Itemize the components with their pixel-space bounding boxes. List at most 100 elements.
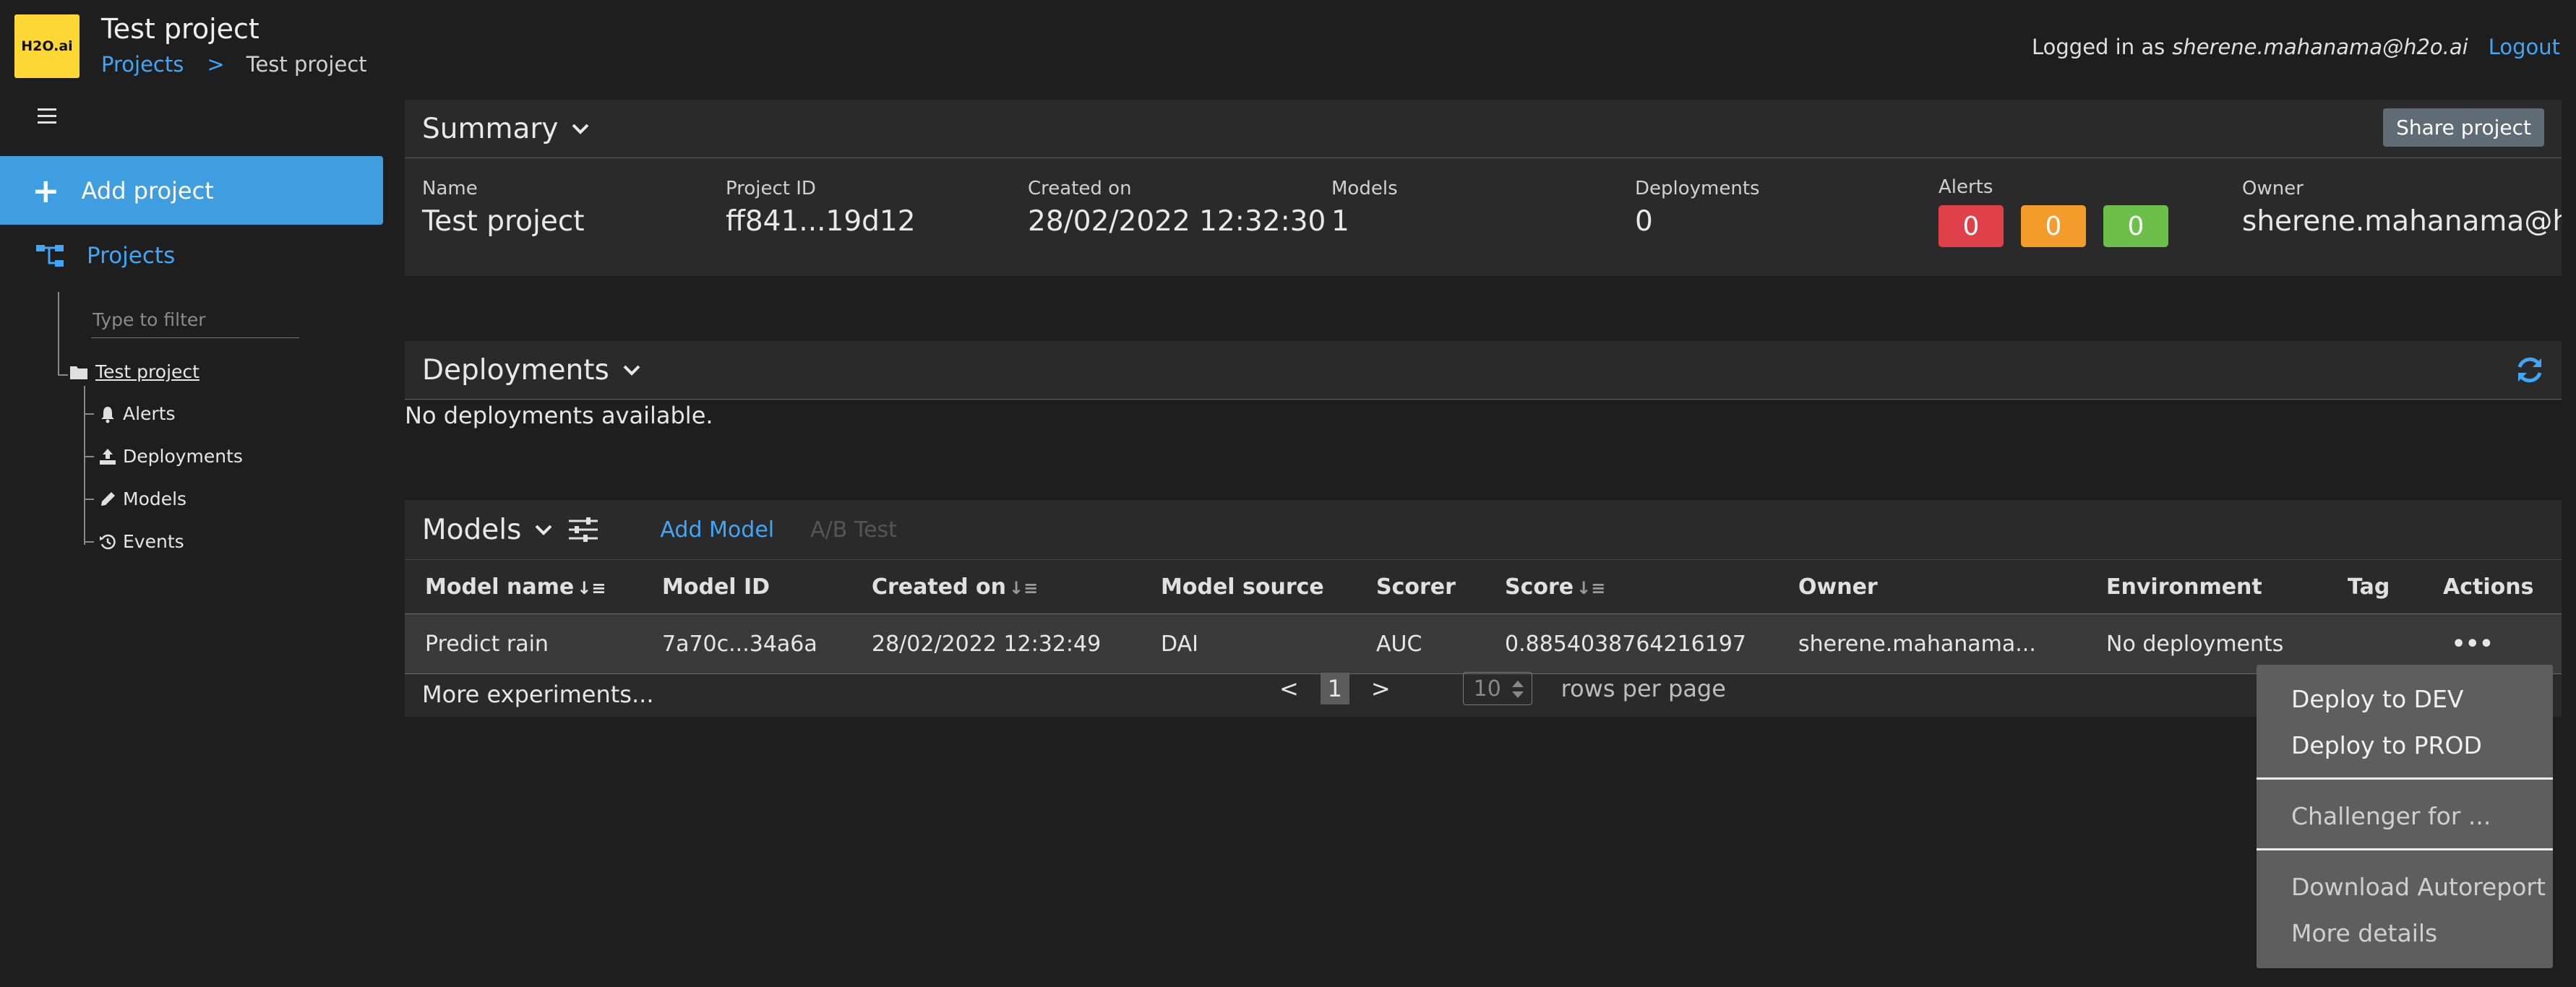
col-environment: Environment (2086, 559, 2327, 614)
share-project-button[interactable]: Share project (2383, 108, 2544, 147)
summary-toggle[interactable]: Summary (422, 113, 590, 145)
column-label: Score (1505, 574, 1574, 600)
alert-badge-green[interactable]: 0 (2103, 205, 2168, 247)
project-filter-input[interactable] (91, 306, 299, 338)
more-experiments-link[interactable]: More experiments... (422, 681, 653, 708)
tree-connector (58, 292, 59, 376)
sliders-icon[interactable] (567, 517, 599, 543)
col-actions: Actions (2423, 559, 2562, 614)
sidebar-item-projects[interactable]: Projects (35, 243, 175, 269)
page-number-button[interactable]: 1 (1320, 673, 1349, 704)
prev-page-button[interactable]: < (1279, 675, 1299, 702)
plus-icon: + (32, 171, 60, 210)
logout-link[interactable]: Logout (2489, 35, 2560, 59)
summary-models: Models 1 (1331, 178, 1398, 238)
menu-item-deploy-prod[interactable]: Deploy to PROD (2291, 731, 2482, 759)
cell-scorer: AUC (1356, 613, 1485, 674)
tree-item-events[interactable]: Events (84, 531, 184, 552)
models-toggle[interactable]: Models (422, 514, 599, 546)
history-icon (98, 533, 117, 551)
tree-item-models[interactable]: Models (84, 488, 186, 509)
field-label: Models (1331, 178, 1398, 199)
user-email: sherene.mahanama@h2o.ai (2172, 35, 2468, 59)
table-header-row: Model name ↓≡ Model ID Created on ↓≡ Model… (405, 559, 2562, 614)
h2o-logo[interactable]: H2O.ai (14, 14, 80, 78)
sort-icon[interactable]: ↓≡ (577, 578, 606, 598)
deployments-header: Deployments (405, 341, 2562, 400)
column-label: Environment (2106, 574, 2262, 600)
models-table: Model name ↓≡ Model ID Created on ↓≡ Model… (405, 559, 2562, 674)
folder-icon (69, 364, 88, 380)
summary-created-on: Created on 28/02/2022 12:32:30 (1028, 178, 1326, 238)
deployments-toggle[interactable]: Deployments (422, 354, 641, 387)
summary-title: Summary (422, 112, 559, 145)
sort-icon[interactable]: ↓≡ (1576, 578, 1605, 598)
deployments-title: Deployments (422, 353, 609, 387)
sidebar-item-label: Projects (87, 243, 176, 269)
rows-per-page-value: 10 (1473, 676, 1501, 702)
column-label: Model source (1161, 574, 1324, 600)
user-area: Logged in as sherene.mahanama@h2o.ai Log… (2032, 35, 2560, 59)
field-label: Deployments (1635, 178, 1760, 199)
menu-item-download-autoreport[interactable]: Download Autoreport (2291, 873, 2546, 901)
tree-item-label: Alerts (123, 403, 176, 424)
col-model-name[interactable]: Model name ↓≡ (405, 559, 642, 614)
models-title: Models (422, 513, 522, 546)
add-model-link[interactable]: Add Model (660, 517, 774, 543)
menu-item-deploy-dev[interactable]: Deploy to DEV (2291, 685, 2464, 713)
cell-score: 0.8854038764216197 (1485, 613, 1778, 674)
actions-dropdown-menu: Deploy to DEV Deploy to PROD Challenger … (2257, 665, 2553, 968)
col-score[interactable]: Score ↓≡ (1485, 559, 1778, 614)
summary-owner: Owner sherene.mahanama@h2o.ai (2242, 178, 2562, 238)
col-created-on[interactable]: Created on ↓≡ (851, 559, 1141, 614)
tree-connector (58, 374, 68, 376)
breadcrumb: Projects > Test project (101, 52, 367, 77)
field-value: Test project (422, 205, 585, 238)
field-label: Name (422, 178, 478, 199)
field-value: 0 (1635, 205, 1653, 238)
tree-item-label: Events (123, 531, 184, 552)
field-label: Project ID (726, 178, 816, 199)
summary-panel: Summary Share project Name Test project … (405, 100, 2562, 276)
models-header: Models Add Model A/B Test (405, 500, 2562, 559)
breadcrumb-projects-link[interactable]: Projects (101, 52, 184, 77)
tree-item-alerts[interactable]: Alerts (84, 403, 176, 424)
tree-item-label: Test project (95, 361, 199, 382)
column-label: Scorer (1376, 574, 1456, 600)
column-label: Model ID (662, 574, 770, 600)
rows-per-page-stepper[interactable]: 10 (1462, 672, 1532, 705)
menu-item-more-details[interactable]: More details (2291, 919, 2437, 947)
no-deployments-text: No deployments available. (405, 402, 713, 429)
hamburger-menu-icon[interactable] (36, 105, 58, 127)
summary-name: Name Test project (422, 178, 585, 238)
table-row[interactable]: Predict rain 7a70c...34a6a 28/02/2022 12… (405, 613, 2562, 674)
cell-owner: sherene.mahanama... (1778, 613, 2086, 674)
ab-test-link[interactable]: A/B Test (810, 517, 897, 543)
refresh-icon[interactable] (2514, 354, 2546, 386)
summary-alerts: Alerts 0 0 0 (1939, 176, 2168, 247)
next-page-button[interactable]: > (1371, 675, 1391, 702)
logged-in-label: Logged in as (2031, 35, 2165, 59)
tree-item-deployments[interactable]: Deployments (84, 446, 243, 467)
field-value: sherene.mahanama@h2o.ai (2242, 205, 2562, 238)
summary-header: Summary Share project (405, 100, 2562, 158)
add-project-button[interactable]: + Add project (0, 156, 383, 225)
field-value: ff841...19d12 (726, 205, 916, 238)
chevron-down-icon (534, 523, 553, 536)
tree-item-test-project[interactable]: Test project (69, 361, 199, 382)
menu-item-challenger[interactable]: Challenger for ... (2291, 802, 2491, 830)
menu-divider (2257, 848, 2553, 850)
alert-badge-orange[interactable]: 0 (2021, 205, 2086, 247)
col-model-id[interactable]: Model ID (642, 559, 851, 614)
sort-icon[interactable]: ↓≡ (1009, 578, 1038, 598)
stepper-arrows-icon[interactable] (1510, 678, 1526, 700)
sitemap-icon (35, 243, 87, 268)
tree-connector (84, 455, 94, 457)
breadcrumb-current: Test project (246, 52, 367, 77)
column-label: Model name (425, 574, 575, 600)
cell-created-on: 28/02/2022 12:32:49 (851, 613, 1141, 674)
alert-badge-red[interactable]: 0 (1939, 205, 2004, 247)
col-owner: Owner (1778, 559, 2086, 614)
pen-icon (98, 490, 117, 509)
add-project-label: Add project (81, 176, 214, 204)
